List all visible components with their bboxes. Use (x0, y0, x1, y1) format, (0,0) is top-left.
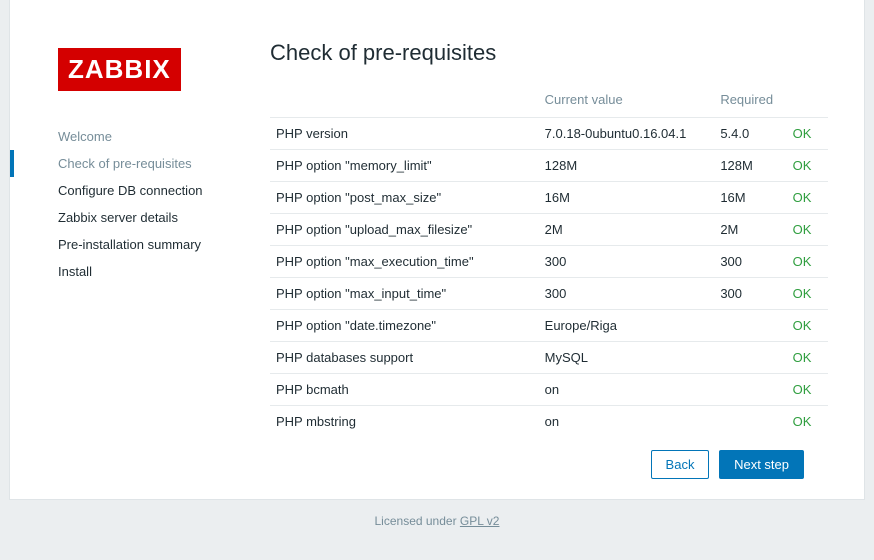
cell-required: 300 (714, 246, 786, 278)
cell-name: PHP bcmath (270, 374, 539, 406)
cell-status: OK (787, 214, 828, 246)
footer-license-link[interactable]: GPL v2 (460, 514, 500, 528)
step-item[interactable]: Pre-installation summary (58, 231, 260, 258)
th-current: Current value (539, 84, 715, 118)
cell-status: OK (787, 310, 828, 342)
cell-current: Europe/Riga (539, 310, 715, 342)
th-name (270, 84, 539, 118)
cell-name: PHP option "post_max_size" (270, 182, 539, 214)
cell-name: PHP option "max_execution_time" (270, 246, 539, 278)
step-label: Configure DB connection (58, 183, 203, 198)
table-row: PHP version7.0.18-0ubuntu0.16.04.15.4.0O… (270, 118, 828, 150)
cell-current: 7.0.18-0ubuntu0.16.04.1 (539, 118, 715, 150)
cell-required: 128M (714, 150, 786, 182)
step-item[interactable]: Check of pre-requisites (58, 150, 260, 177)
cell-status: OK (787, 278, 828, 310)
cell-name: PHP option "upload_max_filesize" (270, 214, 539, 246)
step-item[interactable]: Welcome (58, 123, 260, 150)
table-row: PHP bcmathon OK (270, 374, 828, 406)
table-row: PHP databases supportMySQL OK (270, 342, 828, 374)
cell-status: OK (787, 342, 828, 374)
page-title: Check of pre-requisites (270, 40, 834, 66)
cell-name: PHP version (270, 118, 539, 150)
cell-required (714, 374, 786, 406)
th-required: Required (714, 84, 786, 118)
step-label: Check of pre-requisites (58, 156, 192, 171)
cell-required: 16M (714, 182, 786, 214)
cell-status: OK (787, 374, 828, 406)
content: ZABBIX Welcome Check of pre-requisites Con… (10, 30, 864, 479)
cell-required: 5.4.0 (714, 118, 786, 150)
th-status (787, 84, 828, 118)
table-row: PHP option "date.timezone"Europe/Riga OK (270, 310, 828, 342)
cell-current: 2M (539, 214, 715, 246)
step-label: Pre-installation summary (58, 237, 201, 252)
steps-list: Welcome Check of pre-requisites Configure … (58, 123, 260, 285)
cell-required: 2M (714, 214, 786, 246)
next-step-button[interactable]: Next step (719, 450, 804, 479)
cell-status: OK (787, 246, 828, 278)
cell-required (714, 342, 786, 374)
cell-current: on (539, 406, 715, 437)
logo: ZABBIX (58, 48, 181, 91)
footer: Licensed under GPL v2 (0, 500, 874, 536)
installer-card: ZABBIX Welcome Check of pre-requisites Con… (9, 0, 865, 500)
cell-current: on (539, 374, 715, 406)
prereq-table-wrap[interactable]: Current value Required PHP version7.0.18… (270, 84, 834, 436)
step-label: Zabbix server details (58, 210, 178, 225)
cell-name: PHP option "max_input_time" (270, 278, 539, 310)
cell-name: PHP option "memory_limit" (270, 150, 539, 182)
main: Check of pre-requisites Current value Re… (260, 30, 864, 479)
table-row: PHP option "max_input_time"300300OK (270, 278, 828, 310)
cell-current: 16M (539, 182, 715, 214)
cell-status: OK (787, 118, 828, 150)
cell-status: OK (787, 182, 828, 214)
cell-current: 300 (539, 246, 715, 278)
cell-status: OK (787, 150, 828, 182)
cell-current: 128M (539, 150, 715, 182)
step-label: Install (58, 264, 92, 279)
table-row: PHP mbstringon OK (270, 406, 828, 437)
prereq-table: Current value Required PHP version7.0.18… (270, 84, 828, 436)
step-label: Welcome (58, 129, 112, 144)
cell-required (714, 310, 786, 342)
buttons-row: Back Next step (270, 436, 834, 479)
back-button[interactable]: Back (651, 450, 710, 479)
cell-current: 300 (539, 278, 715, 310)
cell-required (714, 406, 786, 437)
table-row: PHP option "max_execution_time"300300OK (270, 246, 828, 278)
table-row: PHP option "upload_max_filesize"2M2MOK (270, 214, 828, 246)
cell-status: OK (787, 406, 828, 437)
cell-required: 300 (714, 278, 786, 310)
cell-name: PHP mbstring (270, 406, 539, 437)
step-item[interactable]: Configure DB connection (58, 177, 260, 204)
step-item[interactable]: Install (58, 258, 260, 285)
sidebar: ZABBIX Welcome Check of pre-requisites Con… (10, 30, 260, 479)
table-row: PHP option "post_max_size"16M16MOK (270, 182, 828, 214)
cell-name: PHP option "date.timezone" (270, 310, 539, 342)
cell-name: PHP databases support (270, 342, 539, 374)
table-row: PHP option "memory_limit"128M128MOK (270, 150, 828, 182)
step-item[interactable]: Zabbix server details (58, 204, 260, 231)
footer-prefix: Licensed under (375, 514, 460, 528)
cell-current: MySQL (539, 342, 715, 374)
